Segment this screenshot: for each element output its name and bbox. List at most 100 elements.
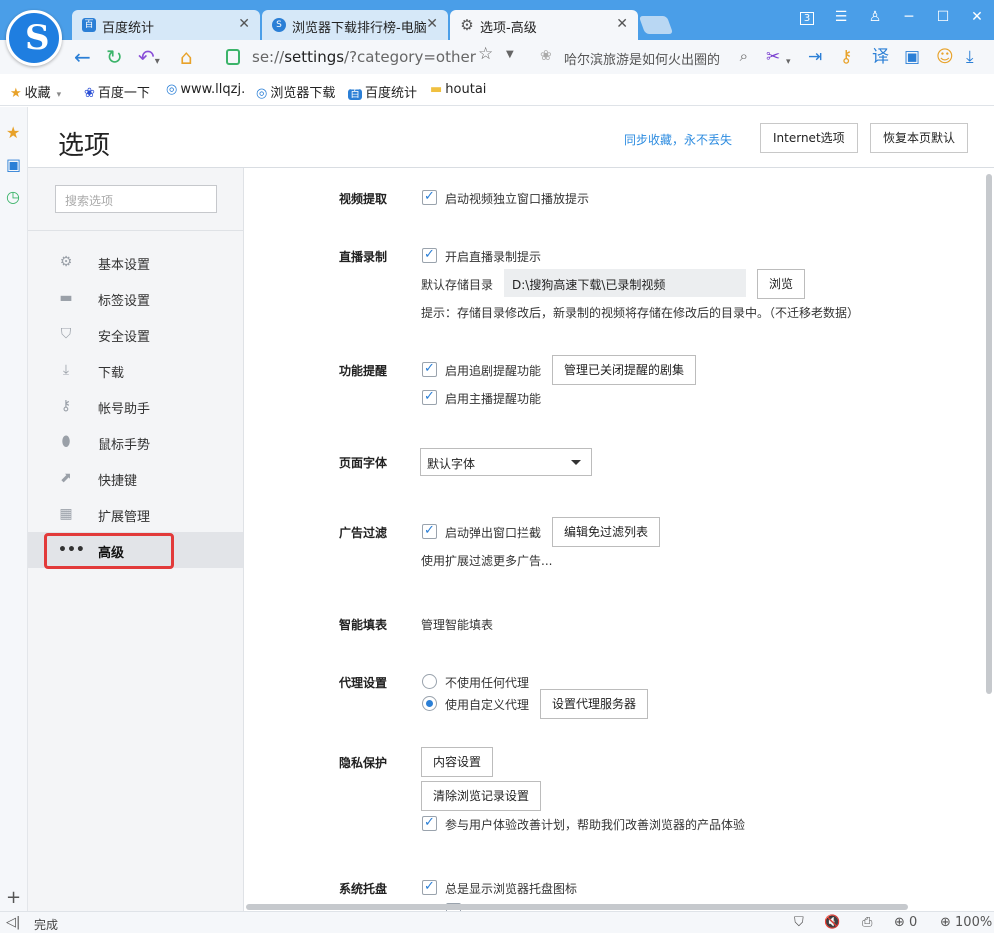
manage-autofill-link[interactable]: 管理智能填表	[421, 616, 493, 633]
video-popup-label: 启动视频独立窗口播放提示	[445, 192, 590, 206]
search-input[interactable]: ❀ 哈尔滨旅游是如何火出圈的 ⌕	[534, 46, 752, 70]
video-popup-checkbox[interactable]	[422, 189, 437, 205]
window-icon[interactable]: ▣	[904, 47, 920, 67]
scrollbar-thumb[interactable]	[986, 174, 992, 694]
storage-dir-field[interactable]: D:\搜狗高速下载\已录制视频	[504, 269, 746, 297]
highlight-box	[44, 533, 174, 569]
section-label-autofill: 智能填表	[339, 618, 388, 632]
popup-block-checkbox[interactable]	[422, 523, 437, 539]
screenshot-scissors-icon[interactable]: ✂	[766, 47, 780, 67]
popup-block-label: 启动弹出窗口拦截	[445, 526, 542, 540]
drama-reminder-label: 启用追剧提醒功能	[445, 364, 542, 378]
new-tab-button[interactable]	[638, 16, 674, 34]
favorites-star-icon[interactable]: ★	[6, 123, 20, 142]
drama-reminder-checkbox[interactable]	[422, 361, 437, 377]
scrollbar-thumb[interactable]	[246, 904, 908, 910]
refresh-icon[interactable]: ↻	[106, 46, 123, 68]
section-label-font: 页面字体	[339, 456, 388, 470]
restore-defaults-button[interactable]: 恢复本页默认	[870, 123, 969, 153]
sidebar-item-shortcuts[interactable]: ⬈ 快捷键	[28, 460, 243, 496]
reading-icon[interactable]: ▣	[6, 155, 21, 174]
live-record-checkbox[interactable]	[422, 247, 437, 263]
sidebar-item-download[interactable]: ⤓ 下载	[28, 352, 243, 388]
tab-browser-download[interactable]: S 浏览器下载排行榜-电脑 ✕	[262, 10, 448, 40]
bookmark-llqzj[interactable]: ◎ www.llqzj.	[166, 82, 245, 97]
section-label-tray: 系统托盘	[339, 882, 388, 896]
window-counter-icon[interactable]: 3	[790, 0, 824, 34]
custom-proxy-radio[interactable]	[422, 696, 437, 711]
shield-check-icon[interactable]: ⛉	[794, 915, 804, 930]
sidebar-item-extensions[interactable]: ▦ 扩展管理	[28, 496, 243, 532]
menu-icon[interactable]: ☰	[824, 0, 858, 34]
chevron-down-icon[interactable]: ▾	[786, 52, 791, 72]
print-icon[interactable]: ⎙	[862, 915, 872, 930]
bookmark-browser-download[interactable]: ◎ 浏览器下载	[256, 82, 335, 101]
key-icon[interactable]: ⚷	[840, 47, 852, 67]
vertical-scrollbar[interactable]	[985, 170, 993, 905]
undo-icon[interactable]: ↶▾	[138, 46, 160, 73]
internet-options-button[interactable]: Internet选项	[760, 123, 858, 153]
sidebar-item-tabs[interactable]: ▬ 标签设置	[28, 280, 243, 316]
baidu-paw-icon: ❀	[84, 86, 95, 101]
chevron-down-icon[interactable]: ▼	[506, 49, 514, 60]
adblock-more-link[interactable]: 使用扩展过滤更多广告...	[421, 552, 552, 569]
favorite-star-icon[interactable]: ☆	[478, 44, 493, 64]
close-icon[interactable]: ✕	[238, 16, 250, 32]
bookmark-houtai[interactable]: ▬ houtai	[430, 82, 486, 97]
add-icon[interactable]: +	[6, 887, 21, 908]
mute-icon[interactable]: 🔇	[824, 915, 840, 930]
baidu-tongji-icon: 百	[348, 89, 362, 100]
tray-icon-checkbox[interactable]	[422, 879, 437, 895]
ux-program-label: 参与用户体验改善计划，帮助我们改善浏览器的产品体验	[445, 818, 746, 832]
ux-program-checkbox[interactable]	[422, 815, 437, 831]
close-icon[interactable]: ✕	[616, 16, 628, 32]
anchor-reminder-label: 启用主播提醒功能	[445, 392, 542, 406]
maximize-button[interactable]: ☐	[926, 0, 960, 34]
zoom-icon[interactable]: ⊕ 100%	[940, 915, 992, 930]
download-icon[interactable]: ⤓	[966, 47, 974, 67]
history-clock-icon[interactable]: ◷	[6, 187, 20, 206]
left-sidebar-strip: ★ ▣ ◷ +	[0, 107, 28, 911]
live-hint: 提示：存储目录修改后，新录制的视频将存储在修改后的目录中。（不迁移老数据）	[421, 306, 860, 320]
close-window-button[interactable]: ✕	[960, 0, 994, 34]
tab-baidu-tongji[interactable]: 百 百度统计 ✕	[72, 10, 260, 40]
home-icon[interactable]: ⌂	[180, 46, 193, 68]
manage-closed-reminders-button[interactable]: 管理已关闭提醒的剧集	[552, 355, 697, 385]
font-select[interactable]: 默认字体	[420, 448, 592, 476]
edit-whitelist-button[interactable]: 编辑免过滤列表	[552, 517, 661, 547]
window-controls: 3 ☰ ♙ ─ ☐ ✕	[790, 0, 994, 34]
horizontal-scrollbar[interactable]	[246, 903, 986, 911]
download-status-icon[interactable]: ⊕ 0	[894, 915, 917, 930]
tab-settings-advanced[interactable]: ⚙ 选项-高级 ✕	[450, 10, 638, 40]
skin-icon[interactable]: ♙	[858, 0, 892, 34]
content-settings-button[interactable]: 内容设置	[421, 747, 494, 777]
emoji-menu-icon[interactable]: ☺	[936, 47, 954, 67]
anchor-reminder-checkbox[interactable]	[422, 389, 437, 405]
sidebar-item-security[interactable]: ⛉ 安全设置	[28, 316, 243, 352]
browse-button[interactable]: 浏览	[757, 269, 806, 299]
no-proxy-radio[interactable]	[422, 674, 437, 689]
page-title: 选项	[58, 131, 111, 161]
sync-link[interactable]: 同步收藏，永不丢失	[624, 131, 732, 148]
sogou-icon: S	[272, 18, 286, 32]
no-proxy-label: 不使用任何代理	[445, 676, 530, 690]
custom-proxy-label: 使用自定义代理	[445, 698, 530, 712]
bookmark-favorites[interactable]: ★ 收藏 ▾	[10, 82, 61, 101]
login-icon[interactable]: ⇥	[808, 47, 822, 67]
clear-history-settings-button[interactable]: 清除浏览记录设置	[421, 781, 542, 811]
bookmark-baidu[interactable]: ❀ 百度一下	[84, 82, 150, 101]
sidebar-toggle-icon[interactable]: ◁|	[6, 915, 20, 930]
minimize-button[interactable]: ─	[892, 0, 926, 34]
section-label-adblock: 广告过滤	[339, 526, 388, 540]
sidebar-item-basic[interactable]: ⚙ 基本设置	[28, 244, 243, 280]
search-icon[interactable]: ⌕	[740, 47, 748, 65]
bookmark-baidu-tongji[interactable]: 百百度统计	[348, 82, 417, 101]
proxy-server-button[interactable]: 设置代理服务器	[540, 689, 649, 719]
translate-icon[interactable]: 译	[872, 47, 889, 67]
sogou-logo-icon[interactable]: S	[6, 10, 62, 66]
sidebar-item-account[interactable]: ⚷ 帐号助手	[28, 388, 243, 424]
settings-search-input[interactable]: 搜索选项	[55, 185, 217, 213]
sidebar-item-mouse-gesture[interactable]: ⬮ 鼠标手势	[28, 424, 243, 460]
back-icon[interactable]: ←	[74, 46, 91, 68]
close-icon[interactable]: ✕	[426, 16, 438, 32]
